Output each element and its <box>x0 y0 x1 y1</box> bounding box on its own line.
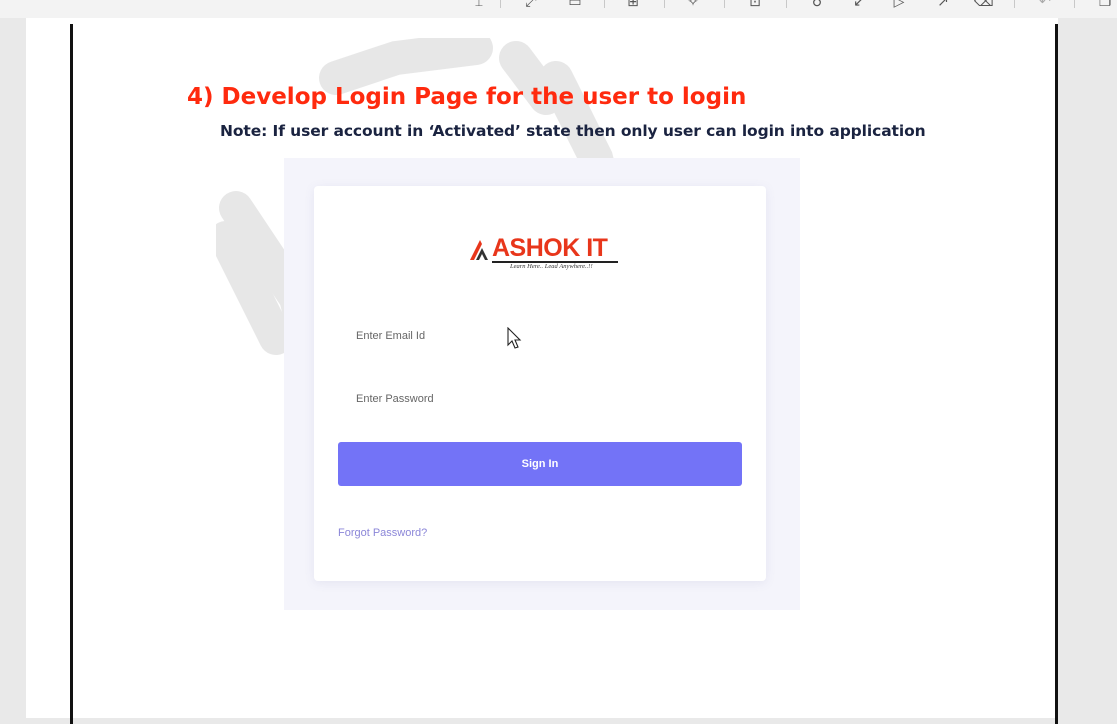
document-page: 4) Develop Login Page for the user to lo… <box>26 18 1058 724</box>
toolbar: ⌶ ⤢ ▭ ⊞ ✧ ⊡ ♁ ↙ ▷ ↗ ⌫ ↶ ❐ <box>0 0 1117 18</box>
logo-mark-icon <box>470 240 488 260</box>
toolbar-separator <box>500 0 501 8</box>
brand-logo: ASHOK IT Learn Here.. Lead Anywhere..!! <box>468 234 624 274</box>
forgot-password-link[interactable]: Forgot Password? <box>338 527 427 539</box>
sign-in-button[interactable]: Sign In <box>338 442 742 486</box>
mouse-pointer-icon <box>507 327 522 349</box>
toolbar-separator <box>724 0 725 8</box>
star-icon[interactable]: ✧ <box>684 0 702 10</box>
brand-tagline: Learn Here.. Lead Anywhere..!! <box>510 263 593 270</box>
toolbar-separator <box>1014 0 1015 8</box>
login-card: ASHOK IT Learn Here.. Lead Anywhere..!! … <box>314 186 766 581</box>
section-heading: 4) Develop Login Page for the user to lo… <box>187 84 747 110</box>
arrow-icon[interactable]: ↙ <box>850 0 868 10</box>
pin-icon[interactable]: ♁ <box>808 0 826 10</box>
toolbar-separator <box>1074 0 1075 8</box>
toolbar-separator <box>786 0 787 8</box>
expand-icon[interactable]: ⤢ <box>522 0 540 10</box>
copy-icon[interactable]: ❐ <box>1096 0 1114 10</box>
send-icon[interactable]: ↗ <box>934 0 952 10</box>
rectangle-icon[interactable]: ▭ <box>566 0 584 10</box>
flag-icon[interactable]: ▷ <box>890 0 908 10</box>
screen-icon[interactable]: ⊡ <box>746 0 764 10</box>
toolbar-separator <box>604 0 605 8</box>
password-field[interactable] <box>338 384 742 414</box>
email-field[interactable] <box>338 321 742 351</box>
brand-name: ASHOK IT <box>492 234 608 262</box>
grid-icon[interactable]: ⊞ <box>624 0 642 10</box>
eraser-icon[interactable]: ⌫ <box>974 0 994 10</box>
section-note: Note: If user account in ‘Activated’ sta… <box>220 122 926 140</box>
toolbar-separator <box>664 0 665 8</box>
undo-icon[interactable]: ↶ <box>1036 0 1054 10</box>
text-cursor-icon[interactable]: ⌶ <box>470 0 488 10</box>
